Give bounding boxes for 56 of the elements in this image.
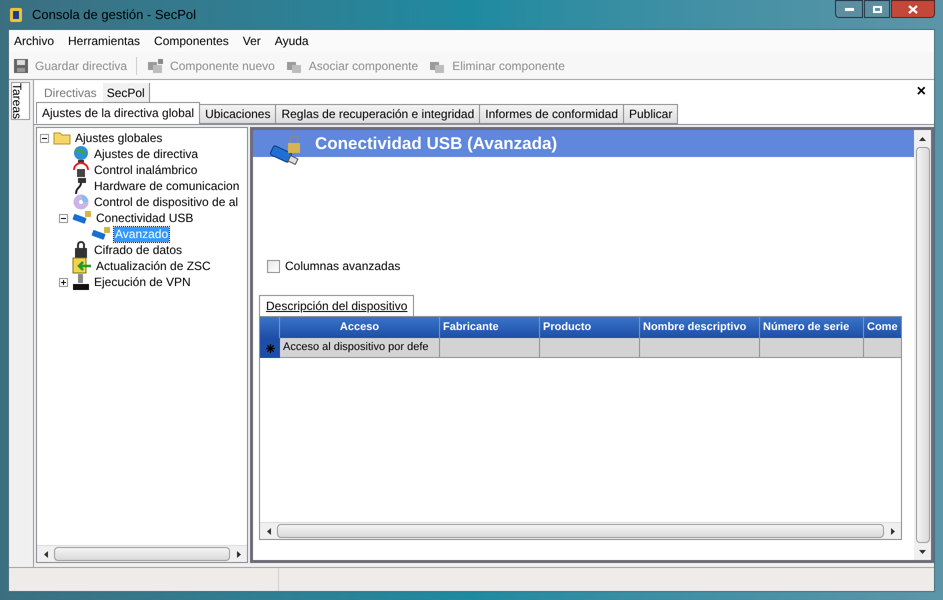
padlock-icon [72,241,90,259]
close-button[interactable] [891,0,935,18]
menu-item[interactable]: Herramientas [68,32,140,50]
menu-item[interactable]: Componentes [154,32,229,50]
folder-icon [53,131,71,145]
side-tab[interactable]: Tareas [11,82,30,120]
tab[interactable]: Ajustes de la directiva global [36,102,200,124]
panel-title: Conectividad USB (Avanzada) [315,132,558,155]
menu-item[interactable]: Ver [242,32,261,50]
close-icon [908,4,918,14]
disc-icon [72,193,90,211]
scroll-right-icon[interactable] [236,550,240,558]
vertical-scrollbar[interactable] [914,130,931,560]
tab[interactable]: Descripción del dispositivo [259,295,414,316]
minimize-button[interactable] [835,0,863,18]
scroll-right-icon[interactable] [890,528,894,534]
tab[interactable]: Publicar [623,104,678,124]
scroll-left-icon[interactable] [266,528,270,534]
arrow-icon [72,257,92,275]
scroll-down-icon[interactable] [919,550,926,554]
tree-item[interactable]: Conectividad USB [95,210,194,226]
tree-item[interactable]: Ejecución de VPN [93,274,192,290]
usb-drive-icon [91,226,111,242]
maximize-button[interactable] [864,0,890,18]
scroll-left-icon[interactable] [44,550,48,558]
table-cell: Acceso al dispositivo por defe [280,338,440,358]
tree-item[interactable]: Control de dispositivo de al [93,194,240,210]
app-logo-icon [8,6,24,22]
globe-icon [72,145,90,163]
tree-item[interactable]: Ajustes de directiva [93,146,200,162]
tree-item[interactable]: Cifrado de datos [93,242,184,258]
window-title: Consola de gestión - SecPol [32,6,196,24]
collapse-icon[interactable] [59,214,68,222]
tree-item[interactable]: Actualización de ZSC [95,258,212,274]
document-tab[interactable]: Directivas [40,83,101,102]
tab[interactable]: Reglas de recuperación e integridad [275,104,480,124]
tab[interactable]: Ubicaciones [199,104,276,124]
new-row-icon [266,344,274,352]
menu-item[interactable]: Archivo [14,32,54,50]
close-button[interactable]: × [914,84,928,100]
tab[interactable]: Informes de conformidad [479,104,624,124]
checkbox-label: Columnas avanzadas [285,258,400,275]
menu-item[interactable]: Ayuda [274,32,309,50]
tree-item[interactable]: Ajustes globales [74,130,164,146]
usb-drive-icon [72,210,92,226]
expand-icon[interactable] [59,278,68,286]
collapse-icon[interactable] [40,134,49,142]
checkbox[interactable] [267,260,280,272]
components-icon [146,58,164,74]
tree-item[interactable]: Control inalámbrico [93,162,198,178]
document-tab[interactable]: SecPol [102,83,150,102]
scroll-up-icon[interactable] [919,136,926,140]
tree-item[interactable]: Hardware de comunicacion [93,178,240,194]
horizontal-scrollbar[interactable] [37,545,247,562]
vpn-icon [72,273,90,291]
horizontal-scrollbar[interactable] [260,522,901,539]
